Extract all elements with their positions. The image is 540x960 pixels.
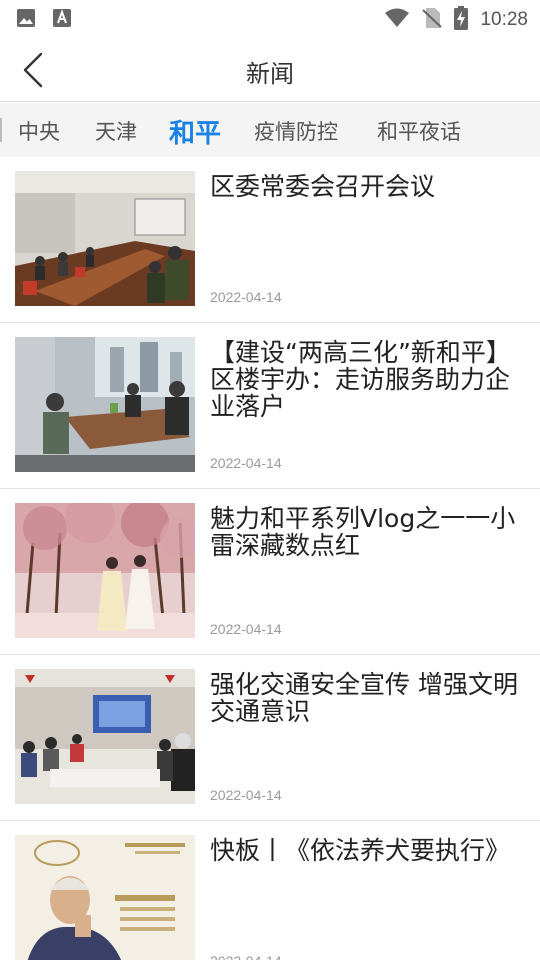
tab-epidemic-control[interactable]: 疫情防控: [254, 116, 338, 146]
tab-heping[interactable]: 和平: [169, 113, 221, 150]
news-item[interactable]: 魅力和平系列Vlog之一一小雷深藏数点红 2022-04-14: [0, 489, 540, 655]
news-date: 2022-04-14: [210, 953, 282, 960]
news-list: 区委常委会召开会议 2022-04-14 【建设“两高三化”新和平】区楼宇办：走…: [0, 157, 540, 960]
battery-charging-icon: [454, 6, 469, 34]
news-title: 强化交通安全宣传 增强文明交通意识: [210, 670, 518, 726]
tab-heping-night-talk[interactable]: 和平夜话: [377, 116, 461, 146]
news-item[interactable]: 区委常委会召开会议 2022-04-14: [0, 157, 540, 323]
tab-zhongyang[interactable]: 中央: [18, 116, 60, 146]
news-item[interactable]: 【建设“两高三化”新和平】区楼宇办：走访服务助力企业落户 2022-04-14: [0, 323, 540, 489]
news-title: 快板丨《依法养犬要执行》: [210, 836, 511, 865]
news-title: 区委常委会召开会议: [210, 172, 436, 201]
news-date: 2022-04-14: [210, 621, 282, 637]
news-thumbnail: [15, 171, 195, 306]
no-sim-icon: [422, 7, 443, 33]
news-title: 【建设“两高三化”新和平】区楼宇办：走访服务助力企业落户: [210, 338, 511, 421]
page-title: 新闻: [246, 60, 294, 88]
news-date: 2022-04-14: [210, 787, 282, 803]
title-bar: 新闻: [0, 36, 540, 102]
tab-tianjin[interactable]: 天津: [95, 116, 137, 146]
status-time: 10:28: [480, 9, 528, 30]
news-date: 2022-04-14: [210, 289, 282, 305]
news-item[interactable]: 快板丨《依法养犬要执行》 2022-04-14: [0, 821, 540, 960]
news-thumbnail: [15, 835, 195, 960]
news-date: 2022-04-14: [210, 455, 282, 471]
news-thumbnail: [15, 669, 195, 804]
image-icon: [16, 8, 36, 32]
news-item[interactable]: 强化交通安全宣传 增强文明交通意识 2022-04-14: [0, 655, 540, 821]
tabs-scroll-edge: [0, 118, 2, 142]
news-thumbnail: [15, 503, 195, 638]
news-title: 魅力和平系列Vlog之一一小雷深藏数点红: [210, 504, 516, 560]
wifi-icon: [384, 8, 410, 32]
category-tabs: 中央 天津 和平 疫情防控 和平夜话: [0, 103, 540, 157]
font-icon: [52, 8, 72, 32]
status-bar: 10:28: [0, 0, 540, 36]
news-thumbnail: [15, 337, 195, 472]
